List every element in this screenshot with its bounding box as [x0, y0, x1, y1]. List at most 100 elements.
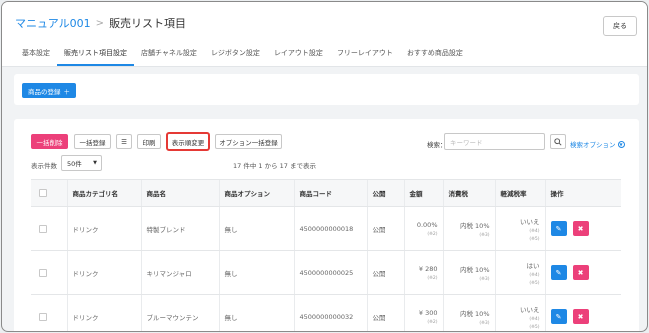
- edit-button[interactable]: ✎: [550, 309, 567, 324]
- search-options-link[interactable]: 検索オプション ▼: [570, 139, 625, 149]
- table-row: ドリンク キリマンジャロ 無し 4500000000025 公開 ¥ 280 (※…: [31, 250, 621, 295]
- pencil-icon: ✎: [555, 268, 562, 277]
- reduced-tax-value: いいえ: [520, 217, 540, 226]
- option-cell: 無し: [218, 294, 294, 331]
- column-header[interactable]: 金額: [403, 179, 443, 207]
- tab-free-layout[interactable]: フリーレイアウト: [330, 48, 400, 66]
- bulk-register-button[interactable]: 一括登録: [74, 134, 111, 149]
- price-note: (※2): [427, 275, 438, 281]
- column-header[interactable]: 消費税: [442, 179, 495, 207]
- price-cell: 0.00% (※2): [403, 206, 443, 251]
- breadcrumb-parent-link[interactable]: マニュアル001: [15, 15, 91, 31]
- tax-value: 内税 10%: [459, 221, 490, 230]
- per-page-select[interactable]: 50件 ▼: [61, 155, 102, 171]
- tab-recommended-products[interactable]: おすすめ商品設定: [400, 48, 470, 66]
- column-header[interactable]: 商品名: [140, 179, 219, 207]
- column-header[interactable]: 商品コード: [293, 179, 367, 207]
- delete-button[interactable]: ✖: [572, 309, 589, 324]
- reduced-tax-value: いいえ: [520, 305, 540, 314]
- actions-cell: ✎ ✖: [544, 250, 621, 295]
- category-cell: ドリンク: [66, 250, 141, 295]
- price-note: (※2): [427, 231, 438, 237]
- close-icon: ✖: [577, 312, 584, 321]
- reduced-tax-note: (※5): [529, 280, 540, 286]
- reduced-tax-note: (※4): [529, 228, 540, 234]
- row-checkbox[interactable]: [39, 224, 47, 233]
- tax-cell: 内税 10% (※3): [442, 206, 495, 251]
- per-page-value: 50件: [67, 160, 82, 168]
- product-name-cell: キリマンジャロ: [140, 250, 219, 295]
- register-product-button[interactable]: 商品の登録 ＋: [22, 83, 76, 98]
- option-bulk-register-button[interactable]: オプション一括登録: [215, 134, 282, 149]
- row-select-cell: [31, 294, 67, 331]
- row-checkbox[interactable]: [39, 312, 47, 321]
- price-value: ¥ 300: [418, 308, 438, 317]
- public-cell: 公開: [366, 294, 404, 331]
- product-name-cell: 特製ブレンド: [140, 206, 219, 251]
- search-input[interactable]: キーワード: [444, 133, 545, 150]
- tax-value: 内税 10%: [459, 309, 490, 318]
- tax-cell: 内税 10% (※3): [442, 250, 495, 295]
- delete-button[interactable]: ✖: [572, 265, 589, 280]
- column-header[interactable]: 公開: [366, 179, 404, 207]
- row-select-cell: [31, 250, 67, 295]
- edit-button[interactable]: ✎: [550, 265, 567, 280]
- search-options-label: 検索オプション: [570, 141, 616, 149]
- edit-button[interactable]: ✎: [550, 221, 567, 236]
- breadcrumb: マニュアル001 > 販売リスト項目: [15, 15, 186, 31]
- search-button[interactable]: [550, 134, 566, 149]
- product-code-cell: 4500000000025: [293, 250, 367, 295]
- register-product-label: 商品の登録: [28, 87, 61, 96]
- tab-layout-settings[interactable]: レイアウト設定: [267, 48, 330, 66]
- tab-register-button-settings[interactable]: レジボタン設定: [204, 48, 267, 66]
- reduced-tax-value: はい: [526, 261, 540, 270]
- product-table: 商品カテゴリ名 商品名 商品オプション 商品コード 公開 金額 消費税 軽減税率…: [31, 179, 621, 331]
- tax-note: (※3): [479, 276, 490, 282]
- tax-value: 内税 10%: [459, 265, 490, 274]
- register-card: 商品の登録 ＋: [14, 74, 639, 105]
- back-button[interactable]: 戻る: [603, 16, 637, 36]
- print-button[interactable]: 印刷: [137, 134, 161, 149]
- breadcrumb-separator: >: [95, 17, 105, 29]
- public-cell: 公開: [366, 250, 404, 295]
- reduced-tax-note: (※5): [529, 236, 540, 242]
- column-header: 操作: [544, 179, 621, 207]
- reduced-tax-cell: いいえ (※4) (※5): [494, 206, 545, 251]
- option-cell: 無し: [218, 206, 294, 251]
- pencil-icon: ✎: [555, 312, 562, 321]
- column-header[interactable]: 商品オプション: [218, 179, 294, 207]
- record-count-text: 17 件中 1 から 17 まで表示: [233, 162, 317, 170]
- price-value: ¥ 280: [418, 264, 438, 273]
- actions-cell: ✎ ✖: [544, 206, 621, 251]
- list-view-button[interactable]: ☰: [116, 134, 132, 149]
- column-header[interactable]: 商品カテゴリ名: [66, 179, 141, 207]
- bulk-delete-button[interactable]: 一括削除: [31, 134, 68, 149]
- row-checkbox[interactable]: [39, 268, 47, 277]
- app-window: マニュアル001 > 販売リスト項目 戻る 基本設定 販売リスト項目設定 店舗チ…: [1, 1, 648, 332]
- settings-tabs: 基本設定 販売リスト項目設定 店舗チャネル設定 レジボタン設定 レイアウト設定 …: [15, 48, 470, 66]
- tab-basic-settings[interactable]: 基本設定: [15, 48, 57, 66]
- close-icon: ✖: [577, 268, 584, 277]
- column-header[interactable]: 軽減税率: [494, 179, 545, 207]
- close-icon: ✖: [577, 224, 584, 233]
- tab-store-channel-settings[interactable]: 店舗チャネル設定: [134, 48, 204, 66]
- plus-icon: ＋: [63, 87, 71, 96]
- public-cell: 公開: [366, 206, 404, 251]
- tax-note: (※3): [479, 320, 490, 326]
- per-page-label: 表示件数: [31, 162, 57, 170]
- row-select-cell: [31, 206, 67, 251]
- reduced-tax-note: (※4): [529, 316, 540, 322]
- actions-cell: ✎ ✖: [544, 294, 621, 331]
- reduced-tax-note: (※5): [529, 324, 540, 330]
- reorder-button[interactable]: 表示順変更: [166, 132, 210, 151]
- page-title: 販売リスト項目: [109, 17, 187, 30]
- tab-sales-list-settings[interactable]: 販売リスト項目設定: [57, 48, 134, 66]
- product-list-card: 一括削除 一括登録 ☰ 印刷 表示順変更 オプション一括登録 検索： キーワード…: [14, 119, 639, 331]
- product-name-cell: ブルーマウンテン: [140, 294, 219, 331]
- category-cell: ドリンク: [66, 206, 141, 251]
- delete-button[interactable]: ✖: [572, 221, 589, 236]
- search-icon: [554, 137, 562, 146]
- select-all-checkbox[interactable]: [39, 189, 47, 197]
- product-code-cell: 4500000000032: [293, 294, 367, 331]
- price-value: 0.00%: [416, 220, 438, 229]
